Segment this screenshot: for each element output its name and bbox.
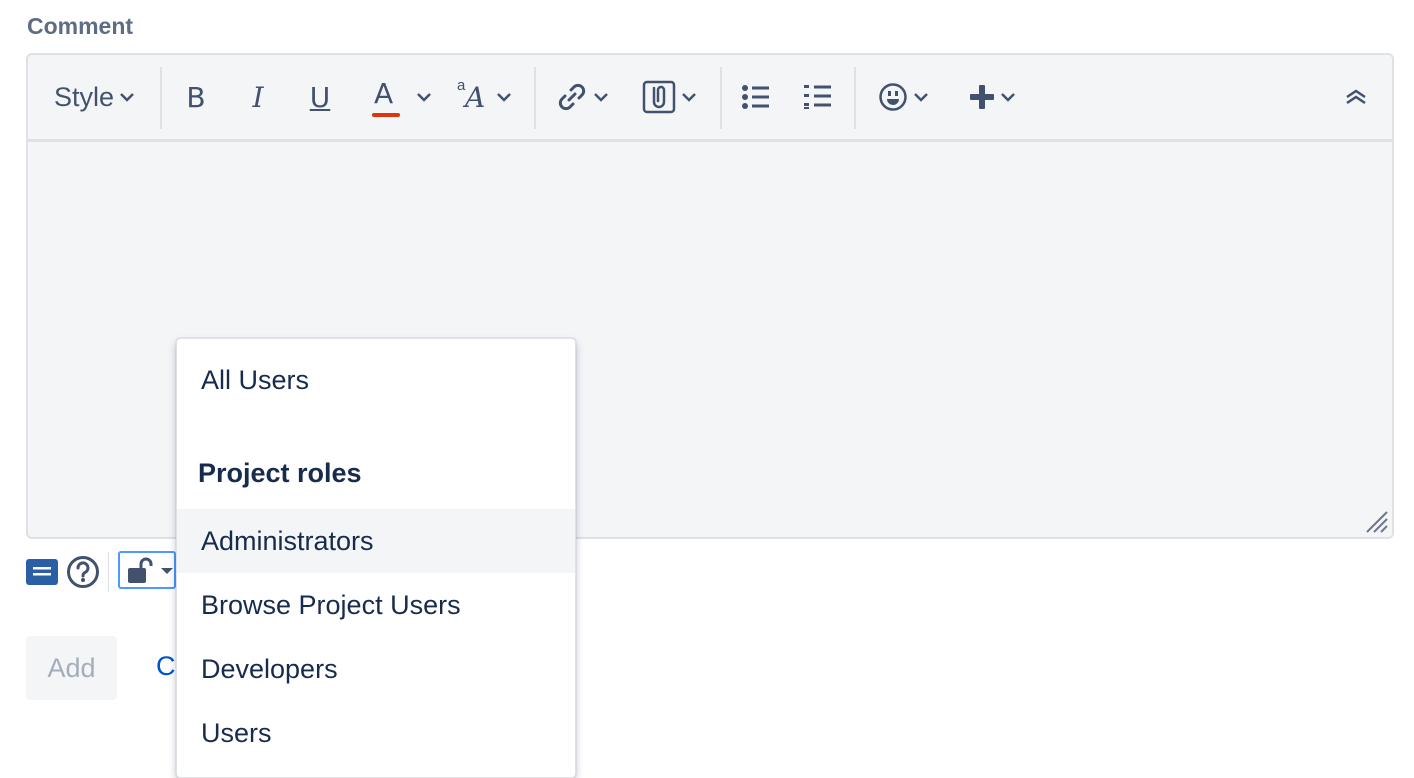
bold-button[interactable]: B — [178, 55, 214, 139]
comment-security-button[interactable] — [118, 551, 176, 589]
plus-icon — [970, 85, 994, 109]
caret-down-icon — [161, 568, 173, 574]
underline-button[interactable]: U — [302, 55, 338, 139]
visibility-option-all-users[interactable]: All Users — [177, 348, 575, 412]
underline-icon: U — [309, 80, 331, 114]
option-label: Developers — [201, 653, 338, 684]
text-color-swatch — [372, 113, 400, 117]
options-separator — [108, 552, 109, 592]
toolbar-separator — [854, 67, 856, 129]
option-label: Users — [201, 717, 272, 748]
add-comment-button[interactable]: Add — [26, 636, 117, 700]
italic-icon: I — [252, 80, 264, 114]
cancel-link[interactable]: C — [156, 651, 176, 682]
toolbar-separator — [720, 67, 722, 129]
chevron-down-icon — [497, 93, 511, 102]
insert-more-button[interactable] — [964, 55, 1020, 139]
text-effects-button[interactable]: a A — [454, 55, 514, 139]
toolbar-separator — [534, 67, 536, 129]
numbered-list-button[interactable] — [800, 55, 836, 139]
style-dropdown-button[interactable]: Style — [50, 55, 138, 139]
attachment-button[interactable] — [638, 55, 700, 139]
bullet-list-icon — [742, 85, 769, 109]
project-roles-heading: Project roles — [198, 458, 362, 488]
text-color-button[interactable]: A — [364, 55, 436, 139]
option-label: Browse Project Users — [201, 589, 461, 620]
visibility-option-role[interactable]: Users — [177, 701, 575, 765]
emoticon-button[interactable] — [874, 55, 932, 139]
double-chevron-up-icon — [1346, 89, 1366, 105]
italic-button[interactable]: I — [240, 55, 276, 139]
option-label: Administrators — [201, 525, 374, 556]
chevron-down-icon — [682, 93, 696, 102]
option-label: All Users — [201, 364, 310, 395]
collapse-toolbar-button[interactable] — [1338, 55, 1374, 139]
chevron-down-icon — [417, 93, 431, 102]
visibility-option-role[interactable]: Developers — [177, 637, 575, 701]
text-effects-large-letter: A — [465, 81, 486, 114]
help-icon[interactable] — [66, 555, 100, 589]
link-icon — [558, 83, 586, 111]
comment-label: Comment — [27, 13, 134, 39]
wiki-style-icon[interactable] — [26, 559, 58, 585]
text-color-letter: A — [374, 77, 394, 110]
link-button[interactable] — [552, 55, 612, 139]
chevron-down-icon — [914, 93, 928, 102]
bold-icon: B — [186, 80, 206, 114]
unlocked-padlock-icon — [128, 557, 153, 583]
editor-toolbar: Style B I U A a A — [28, 55, 1392, 142]
chevron-down-icon — [120, 93, 134, 102]
text-effects-icon: a A — [457, 77, 491, 117]
resize-handle-icon[interactable] — [1364, 509, 1388, 533]
style-label: Style — [53, 81, 115, 112]
chevron-down-icon — [594, 93, 608, 102]
visibility-option-role[interactable]: Administrators — [177, 509, 575, 573]
numbered-list-icon — [804, 85, 831, 109]
toolbar-separator — [160, 67, 162, 129]
attachment-icon — [642, 80, 676, 114]
chevron-down-icon — [1001, 93, 1015, 102]
smiley-icon — [879, 83, 907, 111]
bullet-list-button[interactable] — [738, 55, 774, 139]
text-color-icon: A — [369, 75, 401, 119]
comment-visibility-dropdown: All Users Project roles Administrators B… — [176, 338, 576, 778]
visibility-option-role[interactable]: Browse Project Users — [177, 573, 575, 637]
